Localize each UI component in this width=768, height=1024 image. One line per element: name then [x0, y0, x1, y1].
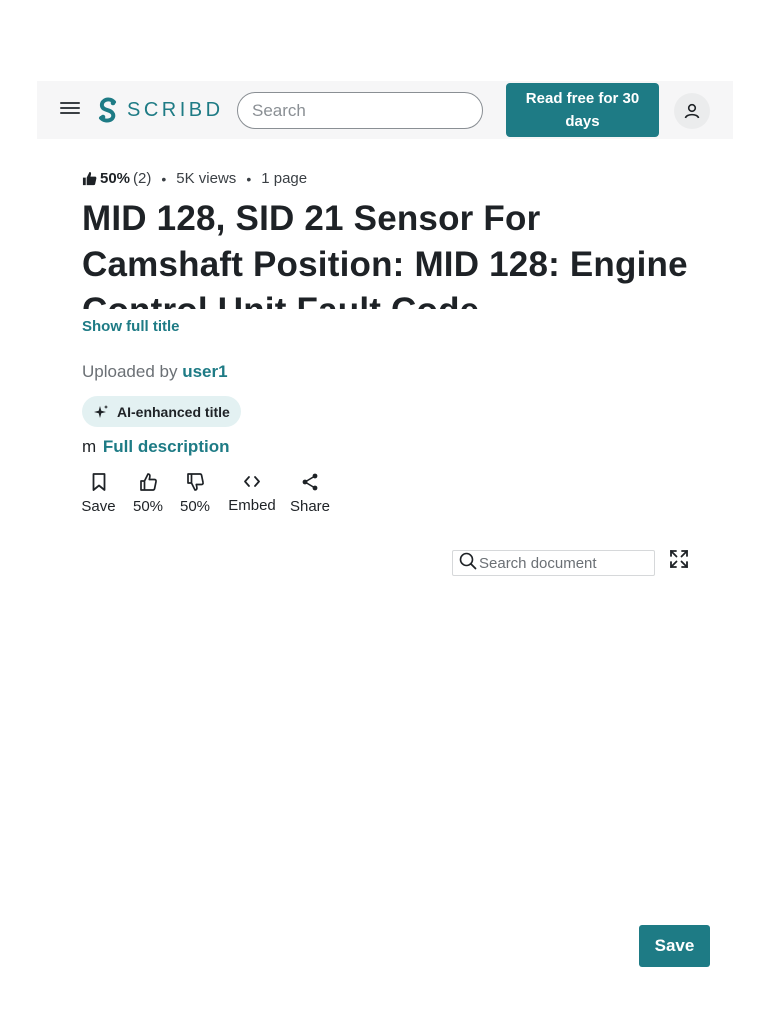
- separator-dot: •: [161, 170, 167, 187]
- dislike-percent: 50%: [179, 498, 211, 515]
- description-line: m Full description: [82, 437, 229, 457]
- thumbs-up-icon: [139, 473, 157, 491]
- uploader-line: Uploaded by user1: [82, 362, 228, 382]
- expand-icon: [670, 550, 688, 568]
- site-search[interactable]: [237, 92, 483, 129]
- search-icon: [459, 552, 477, 570]
- like-percent: 50%: [132, 498, 164, 515]
- share-icon: [302, 473, 318, 491]
- document-search-input[interactable]: [479, 554, 649, 572]
- show-full-title-link[interactable]: Show full title: [82, 318, 180, 335]
- ai-badge-label: AI-enhanced title: [117, 403, 230, 420]
- embed-button[interactable]: Embed: [226, 472, 278, 515]
- description-text: m: [82, 437, 97, 456]
- save-action-button[interactable]: Save: [81, 472, 116, 515]
- embed-label: Embed: [228, 497, 276, 514]
- view-count: 5K views: [176, 170, 237, 187]
- thumbs-down-icon: [186, 473, 204, 491]
- user-icon: [684, 103, 700, 119]
- ai-enhanced-badge: AI-enhanced title: [82, 396, 241, 427]
- rating-count: (2): [133, 170, 152, 187]
- floating-save-button[interactable]: Save: [639, 925, 710, 967]
- share-label: Share: [289, 498, 331, 515]
- read-free-button[interactable]: Read free for 30 days: [506, 83, 659, 137]
- thumbs-up-filled-icon: [82, 171, 97, 186]
- logo-text: SCRIBD: [127, 98, 224, 121]
- uploader-link[interactable]: user1: [182, 362, 227, 381]
- document-search[interactable]: [452, 550, 655, 576]
- code-icon: [244, 476, 260, 487]
- document-title: MID 128, SID 21 Sensor For Camshaft Posi…: [82, 199, 688, 309]
- page-count: 1 page: [261, 170, 308, 187]
- scribd-logo-icon: [99, 97, 116, 123]
- dislike-button[interactable]: 50%: [177, 472, 213, 515]
- sparkle-icon: [94, 404, 108, 418]
- scribd-logo[interactable]: SCRIBD: [97, 97, 224, 123]
- full-description-link[interactable]: Full description: [103, 437, 230, 456]
- fullscreen-button[interactable]: [669, 549, 689, 574]
- menu-icon[interactable]: [59, 99, 81, 121]
- document-meta: 50% (2) • 5K views • 1 page: [82, 170, 307, 187]
- share-button[interactable]: Share: [289, 472, 331, 515]
- save-action-label: Save: [81, 498, 116, 515]
- search-input[interactable]: [252, 100, 473, 121]
- action-bar: Save 50% 50% Embed Share: [81, 472, 331, 515]
- bookmark-icon: [92, 473, 105, 491]
- like-button[interactable]: 50%: [130, 472, 166, 515]
- top-header: SCRIBD Read free for 30 days: [37, 81, 733, 139]
- uploaded-by-label: Uploaded by: [82, 362, 178, 381]
- title-container: MID 128, SID 21 Sensor For Camshaft Posi…: [82, 196, 702, 309]
- separator-dot: •: [246, 170, 252, 187]
- rating-percent: 50%: [100, 170, 131, 187]
- account-button[interactable]: [674, 93, 710, 129]
